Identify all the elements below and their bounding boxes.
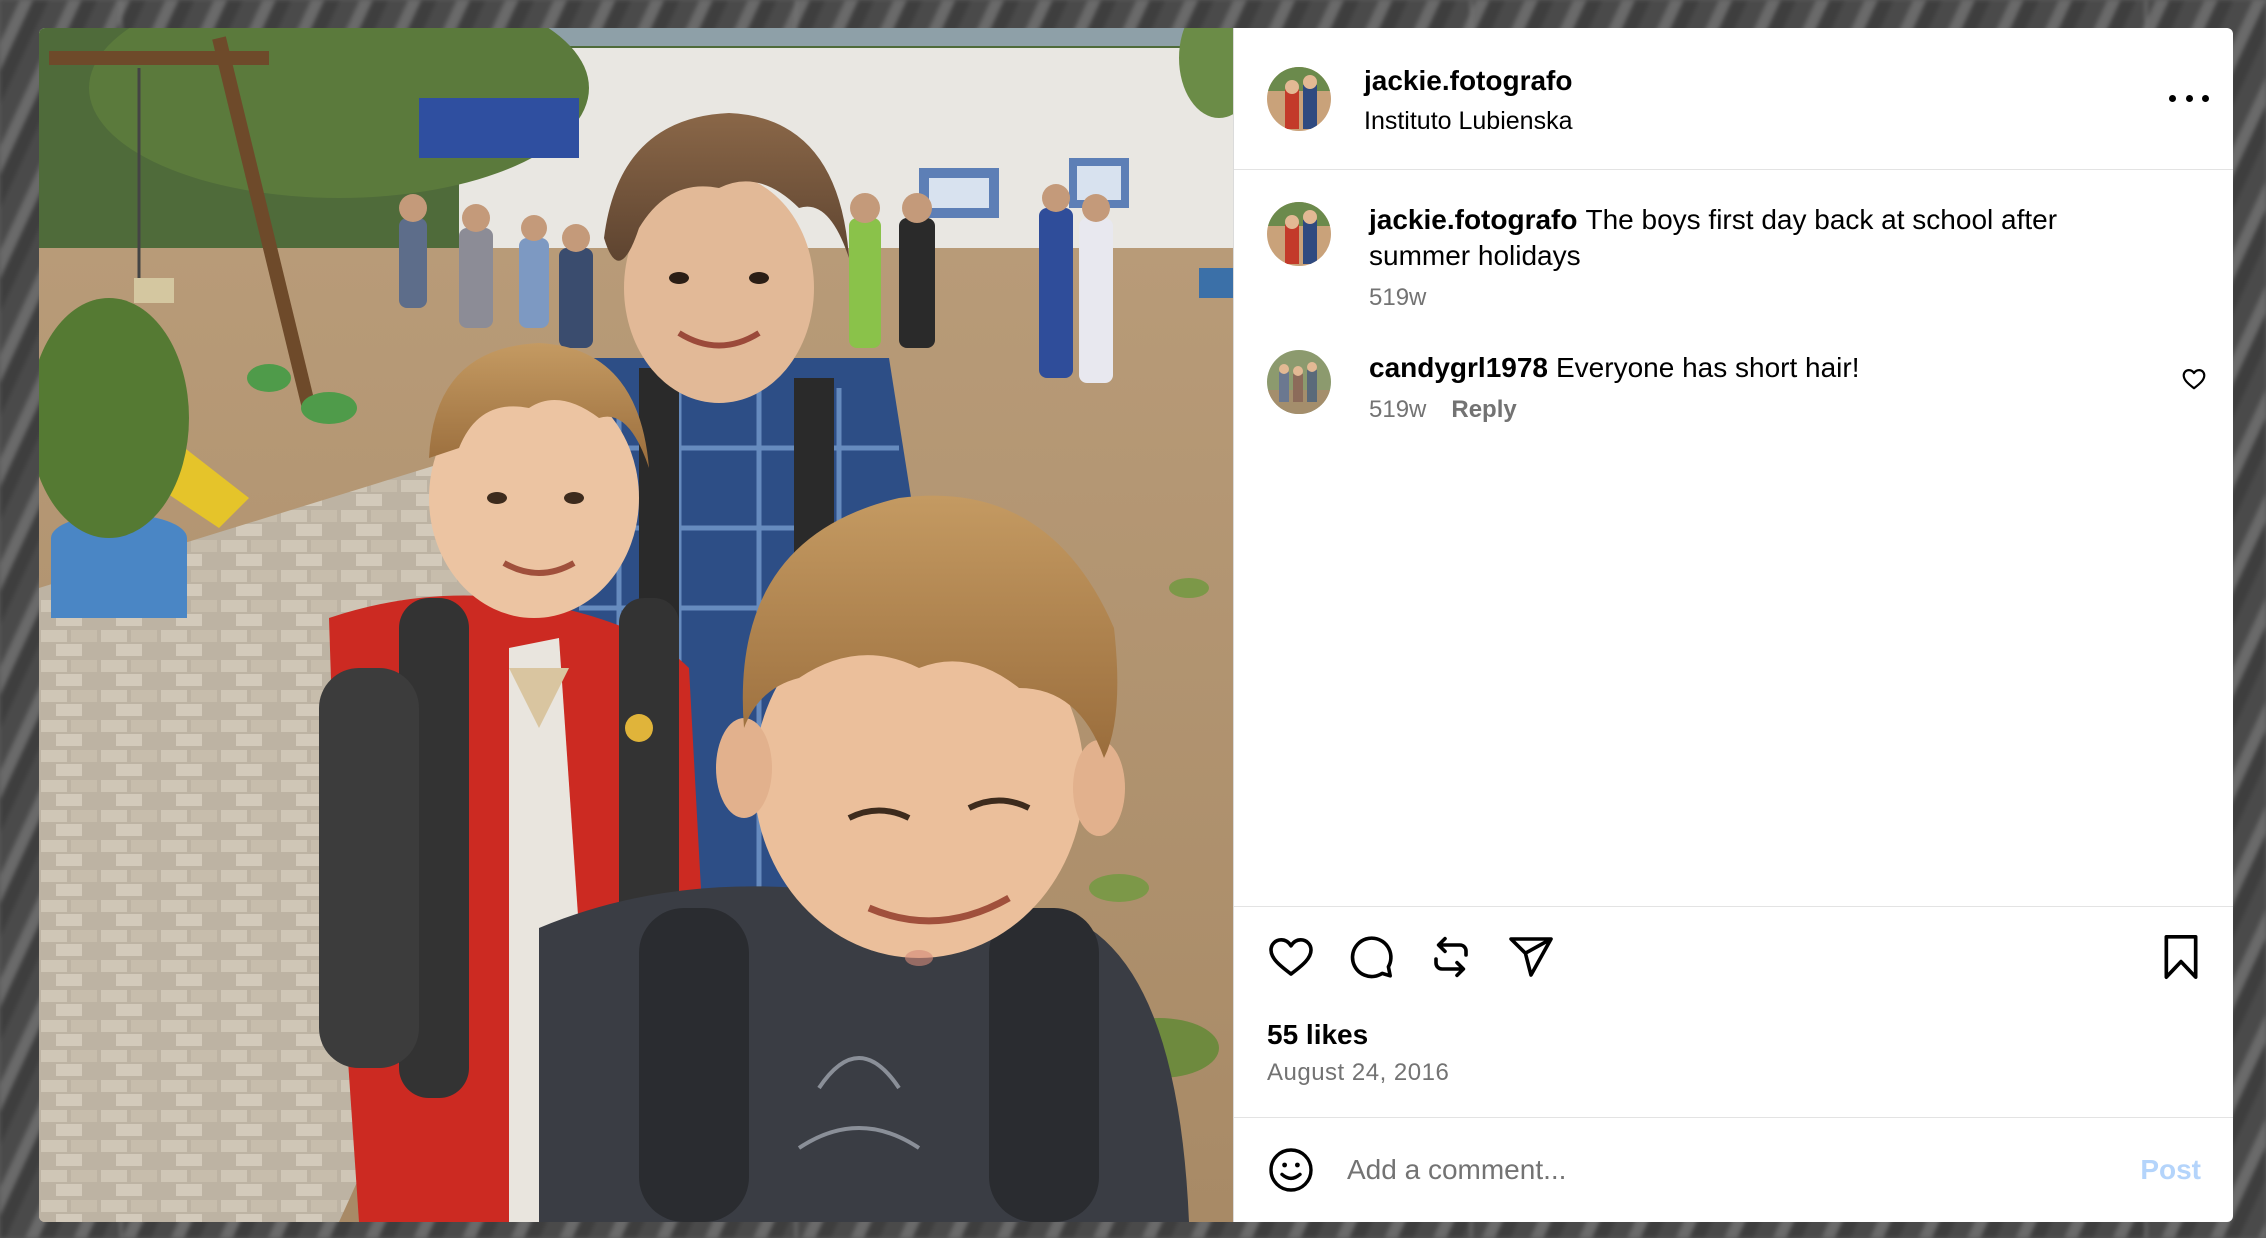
comments-list: jackie.fotografo The boys first day back … <box>1234 170 2233 906</box>
post-photo[interactable] <box>39 28 1233 1222</box>
post-header: jackie.fotografo Instituto Lubienska <box>1234 28 2233 170</box>
comment-composer: Post <box>1234 1117 2233 1222</box>
repost-icon[interactable] <box>1427 933 1475 981</box>
post-modal: jackie.fotografo Instituto Lubienska jac… <box>39 28 2233 1222</box>
author-username[interactable]: jackie.fotografo <box>1364 65 1572 97</box>
comment-timestamp[interactable]: 519w <box>1369 396 1426 424</box>
more-options-icon[interactable] <box>2169 84 2209 114</box>
comment-input[interactable] <box>1345 1153 2069 1187</box>
post-comment-button[interactable]: Post <box>2140 1154 2201 1186</box>
post-side-panel: jackie.fotografo Instituto Lubienska jac… <box>1233 28 2233 1222</box>
paper-plane-icon[interactable] <box>1507 933 1555 981</box>
heart-icon[interactable] <box>1267 933 1315 981</box>
emoji-icon[interactable] <box>1267 1146 1315 1194</box>
likes-count[interactable]: 55 likes <box>1267 1019 1368 1051</box>
author-avatar[interactable] <box>1267 66 1331 131</box>
caption-timestamp[interactable]: 519w <box>1369 284 1426 312</box>
comment-text: candygrl1978 Everyone has short hair! <box>1369 350 2129 386</box>
caption-author-avatar[interactable] <box>1267 202 1331 266</box>
reply-button[interactable]: Reply <box>1451 396 1516 424</box>
comment-username[interactable]: candygrl1978 <box>1369 352 1548 383</box>
comment-item: candygrl1978 Everyone has short hair! 519… <box>1234 350 2233 424</box>
caption-text: jackie.fotografo The boys first day back … <box>1369 202 2129 274</box>
caption-comment: jackie.fotografo The boys first day back … <box>1234 202 2233 312</box>
bookmark-icon[interactable] <box>2159 933 2203 981</box>
comment-bubble-icon[interactable] <box>1347 933 1395 981</box>
caption-username[interactable]: jackie.fotografo <box>1369 204 1577 235</box>
commenter-avatar[interactable] <box>1267 350 1331 414</box>
post-date[interactable]: August 24, 2016 <box>1267 1059 1449 1087</box>
comment-body: Everyone has short hair! <box>1556 352 1860 383</box>
post-location[interactable]: Instituto Lubienska <box>1364 107 1572 136</box>
post-photo-image <box>39 28 1233 1222</box>
comment-like-heart-icon[interactable] <box>2181 366 2207 392</box>
post-actions: 55 likes August 24, 2016 <box>1234 906 2233 1117</box>
